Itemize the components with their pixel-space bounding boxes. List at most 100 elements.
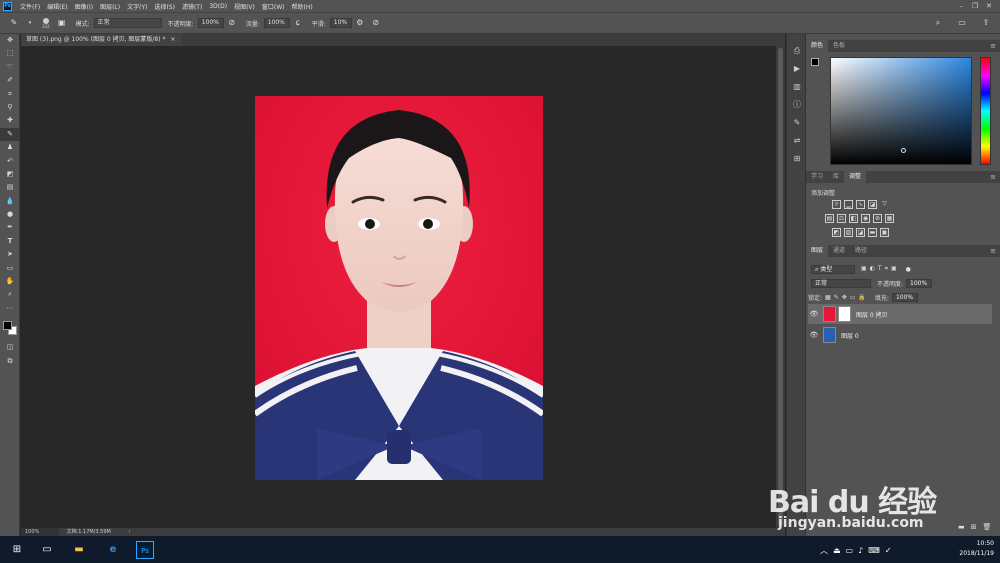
quick-mask-icon[interactable]: ◫ (0, 341, 20, 354)
actions-panel-icon[interactable]: ▶ (787, 60, 807, 78)
color-balance-icon[interactable]: ⚖ (837, 214, 846, 223)
brush-tool-preset-icon[interactable]: ✎ (9, 18, 19, 28)
gradient-map-icon[interactable]: ▬ (868, 228, 877, 237)
menu-file[interactable]: 文件(F) (20, 2, 40, 11)
layer-opacity-field[interactable]: 100% (906, 278, 933, 288)
layer-row[interactable]: 👁 图层 0 拷贝 (808, 304, 992, 324)
mode-select[interactable]: 正常 (93, 18, 162, 28)
portrait-photo[interactable] (255, 96, 543, 480)
file-explorer-icon[interactable]: ▬ (70, 541, 88, 559)
brightness-icon[interactable]: ☼ (832, 200, 841, 209)
menu-select[interactable]: 选择(S) (154, 2, 175, 11)
crop-tool-icon[interactable]: ⌗ (0, 88, 20, 101)
tab-adjustments[interactable]: 调整 (844, 171, 867, 183)
filter-toggle-icon[interactable]: ● (906, 266, 911, 273)
adjust-sliders-icon[interactable]: ⇌ (787, 132, 807, 150)
channel-mixer-icon[interactable]: ⊛ (873, 214, 882, 223)
smoothing-settings-gear-icon[interactable]: ⚙ (355, 18, 365, 28)
shape-tool-icon[interactable]: ▭ (0, 262, 20, 275)
menu-view[interactable]: 视图(V) (234, 2, 255, 11)
eyedropper-tool-icon[interactable]: ⚲ (0, 101, 20, 114)
task-view-icon[interactable]: ▭ (38, 541, 56, 559)
panel-menu-icon[interactable]: ≡ (990, 171, 996, 183)
flow-field[interactable]: 100% (263, 18, 290, 28)
share-icon[interactable]: ⇪ (981, 18, 991, 28)
panel-foreground-swatch[interactable] (811, 58, 819, 66)
system-tray-icons[interactable]: ︿⏏▭♪⌨✓ (820, 545, 896, 556)
new-group-icon[interactable]: ▬ (958, 523, 965, 531)
menu-image[interactable]: 图像(I) (75, 2, 93, 11)
search-icon[interactable]: ⌕ (933, 18, 943, 28)
airbrush-icon[interactable]: ɕ (293, 18, 303, 28)
path-select-tool-icon[interactable]: ➤ (0, 248, 20, 261)
brush-size-picker[interactable]: 332 (42, 17, 50, 29)
curves-icon[interactable]: ∿ (856, 200, 865, 209)
exposure-icon[interactable]: ◪ (868, 200, 877, 209)
foreground-color-swatch[interactable] (3, 321, 12, 331)
menu-layer[interactable]: 图层(L) (100, 2, 120, 11)
brush-panel-icon[interactable]: ▣ (57, 18, 67, 28)
posterize-icon[interactable]: ▨ (844, 228, 853, 237)
minimize-icon[interactable]: – (954, 0, 968, 12)
invert-icon[interactable]: ◩ (832, 228, 841, 237)
layer-name[interactable]: 图层 0 (841, 331, 859, 340)
panel-menu-icon[interactable]: ≡ (990, 40, 996, 52)
gradient-tool-icon[interactable]: ▤ (0, 181, 20, 194)
layer-filter-icons[interactable]: ▣◐T⌗▣ (861, 265, 900, 273)
threshold-icon[interactable]: ◪ (856, 228, 865, 237)
tab-libraries[interactable]: 库 (828, 171, 844, 183)
brush-settings-icon[interactable]: ✎ (787, 114, 807, 132)
status-menu-icon[interactable]: › (128, 529, 130, 535)
more-tools-icon[interactable]: ⋯ (0, 302, 20, 315)
layer-mask-thumbnail[interactable] (838, 306, 851, 322)
tab-color[interactable]: 颜色 (806, 40, 829, 52)
layer-name[interactable]: 图层 0 拷贝 (856, 310, 888, 319)
hue-slider[interactable] (980, 57, 991, 165)
visibility-eye-icon[interactable]: 👁 (808, 310, 820, 318)
lasso-tool-icon[interactable]: ➰ (0, 61, 20, 74)
menu-edit[interactable]: 编辑(E) (47, 2, 67, 11)
photo-filter-icon[interactable]: ◉ (861, 214, 870, 223)
tab-paths[interactable]: 路径 (850, 245, 872, 257)
workspace-icon[interactable]: ▭ (957, 18, 967, 28)
close-tab-icon[interactable]: × (170, 36, 175, 43)
brush-tool-icon[interactable]: ✎ (0, 127, 20, 142)
color-picker-field[interactable] (830, 57, 972, 165)
black-white-icon[interactable]: ◧ (849, 214, 858, 223)
tab-channels[interactable]: 通道 (828, 245, 850, 257)
selective-color-icon[interactable]: ▣ (880, 228, 889, 237)
type-tool-icon[interactable]: T (0, 235, 20, 248)
clone-stamp-tool-icon[interactable]: ♟ (0, 141, 20, 154)
levels-icon[interactable]: ▁ (844, 200, 853, 209)
hue-saturation-icon[interactable]: ▤ (825, 214, 834, 223)
close-icon[interactable]: ✕ (982, 0, 996, 12)
properties-panel-icon[interactable]: ▥ (787, 78, 807, 96)
system-clock[interactable]: 10:50 2018/11/19 (959, 539, 994, 559)
edge-browser-icon[interactable]: e (104, 541, 122, 559)
tab-swatches[interactable]: 色板 (828, 40, 850, 52)
screen-mode-icon[interactable]: ⧉ (0, 355, 20, 368)
windows-start-icon[interactable]: ⊞ (8, 541, 26, 559)
color-picker-cursor[interactable] (901, 148, 906, 153)
restore-icon[interactable]: ❐ (968, 0, 982, 12)
eraser-tool-icon[interactable]: ◩ (0, 168, 20, 181)
tab-layers[interactable]: 图层 (806, 245, 829, 257)
color-swatches[interactable] (0, 315, 19, 341)
zoom-tool-icon[interactable]: ⌕ (0, 288, 20, 301)
pressure-opacity-icon[interactable]: ⊘ (227, 18, 237, 28)
menu-help[interactable]: 帮助(H) (292, 2, 313, 11)
info-panel-icon[interactable]: ⓘ (787, 96, 807, 114)
move-tool-icon[interactable]: ✥ (0, 34, 20, 47)
vibrance-icon[interactable]: ▽ (880, 200, 889, 209)
dropdown-arrow-icon[interactable]: ▾ (25, 18, 35, 28)
pressure-size-icon[interactable]: ⊘ (371, 18, 381, 28)
history-panel-icon[interactable]: ⎙ (787, 42, 807, 60)
opacity-field[interactable]: 100% (197, 18, 224, 28)
tab-learn[interactable]: 学习 (806, 171, 828, 183)
menu-3d[interactable]: 3D(D) (209, 3, 227, 10)
visibility-eye-icon[interactable]: 👁 (808, 331, 820, 339)
menu-filter[interactable]: 滤镜(T) (182, 2, 202, 11)
fill-field[interactable]: 100% (891, 292, 918, 302)
blur-tool-icon[interactable]: 💧 (0, 195, 20, 208)
history-brush-tool-icon[interactable]: ↶ (0, 155, 20, 168)
